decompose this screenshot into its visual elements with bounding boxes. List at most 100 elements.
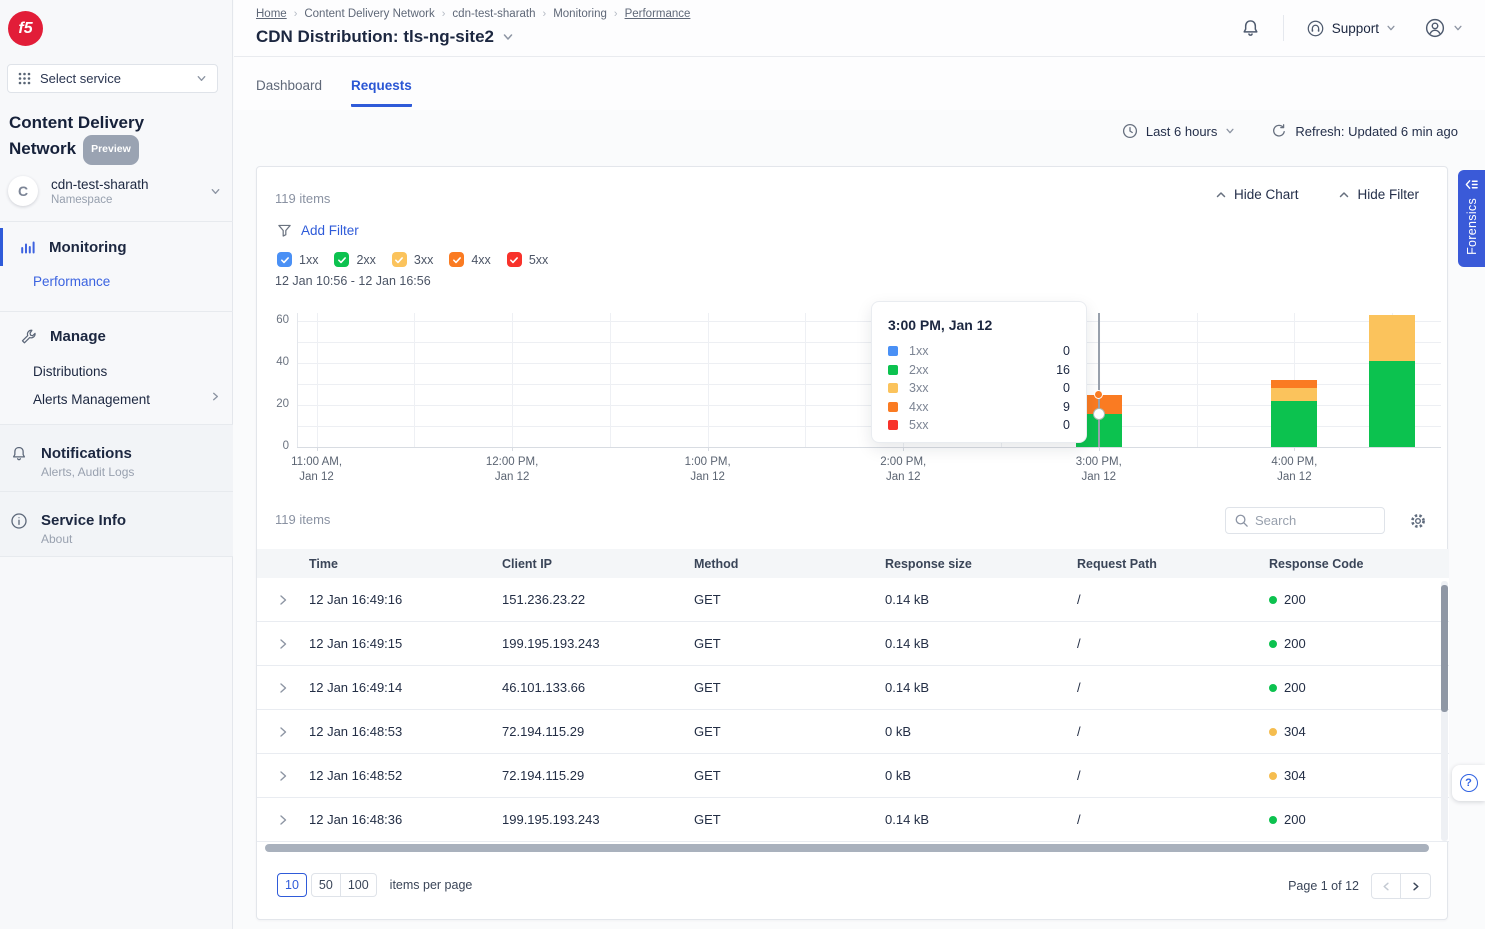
status-dot	[1269, 596, 1277, 604]
add-filter-button[interactable]: Add Filter	[277, 223, 359, 238]
help-button[interactable]: ?	[1452, 765, 1485, 801]
namespace-name: cdn-test-sharath	[51, 177, 149, 192]
x-axis-label: 1:00 PM,Jan 12	[660, 455, 756, 485]
status-class-filters: 1xx 2xx 3xx 4xx 5xx	[277, 252, 548, 267]
table-vertical-scrollbar[interactable]	[1441, 581, 1448, 841]
cell-ip: 151.236.23.22	[502, 592, 694, 607]
gridline	[297, 384, 1441, 385]
refresh-control[interactable]: Refresh: Updated 6 min ago	[1271, 123, 1458, 139]
column-header-method: Method	[694, 557, 885, 571]
tooltip-row: 3xx0	[872, 379, 1086, 398]
cell-time: 12 Jan 16:48:36	[309, 812, 502, 827]
expand-row-icon[interactable]	[273, 810, 293, 830]
tooltip-row: 2xx16	[872, 361, 1086, 380]
filter-checkbox-3xx[interactable]: 3xx	[392, 252, 433, 267]
tab-dashboard[interactable]: Dashboard	[256, 78, 322, 104]
scrollbar-thumb[interactable]	[265, 844, 1429, 852]
filter-checkbox-5xx[interactable]: 5xx	[507, 252, 548, 267]
page-size-10[interactable]: 10	[277, 873, 307, 897]
tooltip-series-label: 1xx	[909, 344, 928, 358]
cell-ip: 46.101.133.66	[502, 680, 694, 695]
series-swatch-4xx	[888, 402, 898, 412]
expand-row-icon[interactable]	[273, 634, 293, 654]
support-label: Support	[1332, 21, 1379, 36]
table-settings-gear-icon[interactable]	[1409, 512, 1427, 530]
service-info-subtitle: About	[41, 532, 126, 546]
filter-label: 5xx	[529, 253, 548, 267]
f5-logo[interactable]: f5	[8, 11, 43, 46]
bar-segment-3xx[interactable]	[1271, 388, 1317, 401]
account-menu[interactable]	[1424, 17, 1463, 39]
cell-method: GET	[694, 768, 885, 783]
select-service-dropdown[interactable]: Select service	[7, 64, 218, 93]
help-icon: ?	[1460, 774, 1478, 792]
chevron-down-icon[interactable]	[502, 31, 514, 43]
cell-response-code: 304	[1269, 768, 1449, 783]
gridline	[1197, 313, 1198, 447]
sidebar-item-monitoring[interactable]: Monitoring	[0, 227, 233, 267]
sidebar-item-notifications[interactable]: Notifications Alerts, Audit Logs	[0, 424, 233, 492]
response-code-value: 200	[1284, 680, 1306, 695]
forensics-panel-tab[interactable]: Forensics	[1458, 170, 1485, 267]
search-input[interactable]	[1255, 513, 1365, 528]
cell-time: 12 Jan 16:48:52	[309, 768, 502, 783]
sidebar-manage-label: Manage	[50, 328, 106, 345]
sidebar-item-manage[interactable]: Manage	[0, 316, 233, 356]
sidebar-item-service-info[interactable]: Service Info About	[0, 492, 233, 557]
scrollbar-thumb[interactable]	[1441, 585, 1448, 712]
sidebar-item-performance[interactable]: Performance	[33, 274, 110, 289]
hide-filter-button[interactable]: Hide Filter	[1338, 187, 1419, 202]
expand-row-icon[interactable]	[273, 766, 293, 786]
bar-segment-3xx[interactable]	[1369, 315, 1415, 361]
next-page-button[interactable]	[1401, 873, 1431, 899]
checkbox-icon	[392, 252, 407, 267]
requests-bar-chart[interactable]: 020406011:00 AM,Jan 1212:00 PM,Jan 121:0…	[257, 313, 1449, 485]
search-icon	[1234, 513, 1249, 528]
gridline	[708, 313, 709, 447]
divider	[1283, 15, 1284, 41]
cell-ip: 72.194.115.29	[502, 768, 694, 783]
product-title: Content Delivery NetworkPreview	[9, 110, 144, 165]
breadcrumb-item[interactable]: Content Delivery Network	[304, 8, 434, 20]
filter-checkbox-1xx[interactable]: 1xx	[277, 252, 318, 267]
response-code-value: 304	[1284, 768, 1306, 783]
expand-row-icon[interactable]	[273, 590, 293, 610]
chevron-right-icon[interactable]	[210, 391, 221, 402]
cell-ip: 72.194.115.29	[502, 724, 694, 739]
hide-chart-button[interactable]: Hide Chart	[1215, 187, 1299, 202]
bar-segment-2xx[interactable]	[1369, 361, 1415, 447]
filter-label: 3xx	[414, 253, 433, 267]
tab-requests[interactable]: Requests	[351, 78, 412, 107]
status-dot	[1269, 816, 1277, 824]
active-indicator	[0, 228, 3, 266]
previous-page-button[interactable]	[1371, 873, 1401, 899]
grid-icon	[18, 72, 31, 85]
support-menu[interactable]: Support	[1306, 19, 1396, 38]
filter-checkbox-4xx[interactable]: 4xx	[449, 252, 490, 267]
expand-row-icon[interactable]	[273, 722, 293, 742]
forensics-label: Forensics	[1465, 198, 1479, 255]
notifications-subtitle: Alerts, Audit Logs	[41, 465, 134, 479]
f5-logo-text: f5	[18, 20, 32, 38]
table-horizontal-scrollbar[interactable]	[265, 844, 1435, 852]
bar-segment-4xx[interactable]	[1271, 380, 1317, 388]
plot-left-edge	[297, 313, 298, 447]
notifications-bell-icon[interactable]	[1240, 18, 1261, 39]
bar-segment-2xx[interactable]	[1271, 401, 1317, 447]
expand-row-icon[interactable]	[273, 678, 293, 698]
breadcrumb-item[interactable]: cdn-test-sharath	[452, 8, 535, 20]
product-title-line2: Network	[9, 139, 76, 158]
cell-method: GET	[694, 636, 885, 651]
namespace-selector[interactable]: C cdn-test-sharath Namespace	[0, 168, 233, 214]
sidebar-item-alerts-management[interactable]: Alerts Management	[33, 392, 150, 407]
time-range-selector[interactable]: Last 6 hours	[1122, 123, 1236, 139]
breadcrumb-item[interactable]: Home	[256, 8, 287, 20]
page-size-100[interactable]: 100	[341, 873, 377, 897]
sidebar-item-distributions[interactable]: Distributions	[33, 364, 107, 379]
filter-checkbox-2xx[interactable]: 2xx	[334, 252, 375, 267]
cell-size: 0 kB	[885, 724, 1077, 739]
page-size-50[interactable]: 50	[311, 873, 341, 897]
breadcrumb-item[interactable]: Performance	[625, 8, 691, 20]
gridline	[297, 321, 1441, 322]
breadcrumb-item[interactable]: Monitoring	[553, 8, 607, 20]
